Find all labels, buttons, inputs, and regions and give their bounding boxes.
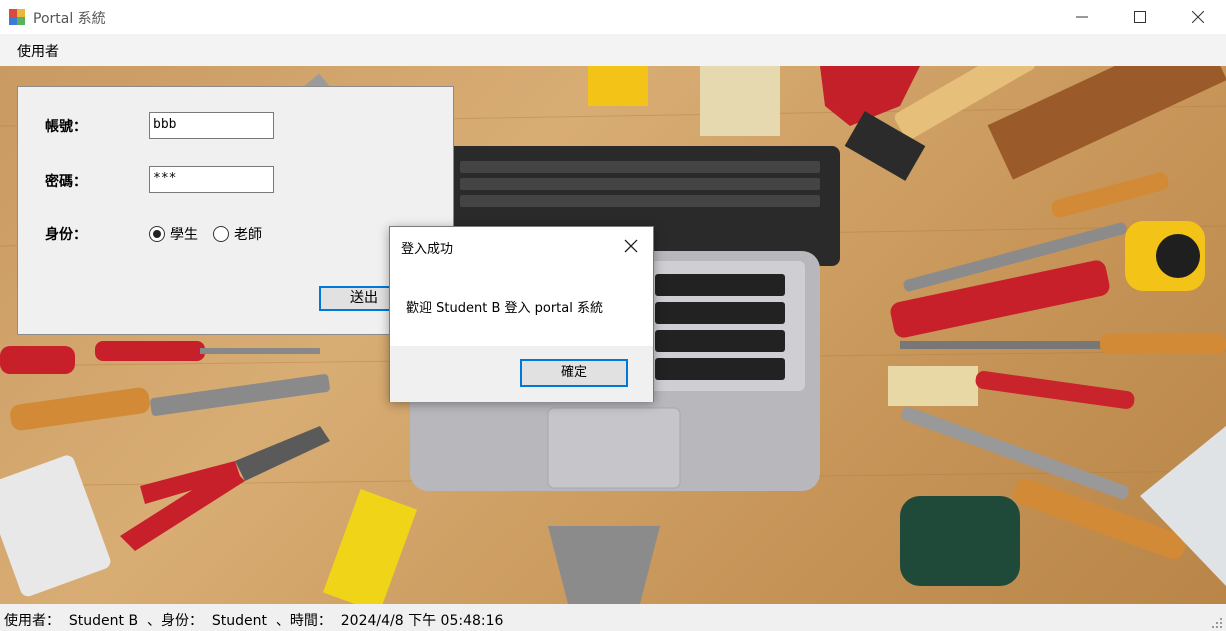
title-bar: Portal 系統 — [0, 0, 1226, 34]
menu-bar: 使用者 — [0, 34, 1226, 66]
close-icon — [1192, 11, 1204, 23]
radio-unselected-icon[interactable] — [213, 226, 229, 242]
radio-selected-icon[interactable] — [149, 226, 165, 242]
account-label: 帳號： — [45, 119, 87, 135]
menu-item-user[interactable]: 使用者 — [10, 41, 66, 61]
account-input[interactable]: bbb — [149, 112, 274, 139]
status-text: 使用者： Student B 、身份： Student 、時間： 2024/4/… — [4, 613, 504, 629]
role-radio-group: 學生 老師 — [149, 224, 277, 244]
role-option-teacher[interactable]: 老師 — [213, 224, 262, 244]
dialog-footer: 確定 — [390, 346, 653, 402]
dialog-title: 登入成功 — [401, 242, 454, 257]
app-window-icon — [9, 9, 25, 25]
minimize-button[interactable] — [1052, 0, 1112, 34]
role-option-student[interactable]: 學生 — [149, 224, 198, 244]
password-input[interactable]: *** — [149, 166, 274, 193]
status-bar: 使用者： Student B 、身份： Student 、時間： 2024/4/… — [0, 604, 1226, 631]
dialog-close-icon[interactable] — [622, 237, 640, 255]
role-option-teacher-label: 老師 — [234, 227, 262, 243]
message-dialog: 登入成功 歡迎 Student B 登入 portal 系統 確定 — [389, 226, 654, 402]
maximize-button[interactable] — [1110, 0, 1170, 34]
minimize-icon — [1076, 16, 1088, 18]
dialog-message: 歡迎 Student B 登入 portal 系統 — [406, 301, 603, 316]
maximize-icon — [1134, 11, 1146, 23]
password-label: 密碼： — [45, 174, 87, 190]
role-option-student-label: 學生 — [170, 227, 198, 243]
close-button[interactable] — [1168, 0, 1226, 34]
ok-button[interactable]: 確定 — [520, 359, 628, 387]
resize-grip-icon[interactable] — [1212, 618, 1222, 628]
role-label: 身份： — [45, 227, 87, 243]
window-title: Portal 系統 — [33, 11, 106, 27]
